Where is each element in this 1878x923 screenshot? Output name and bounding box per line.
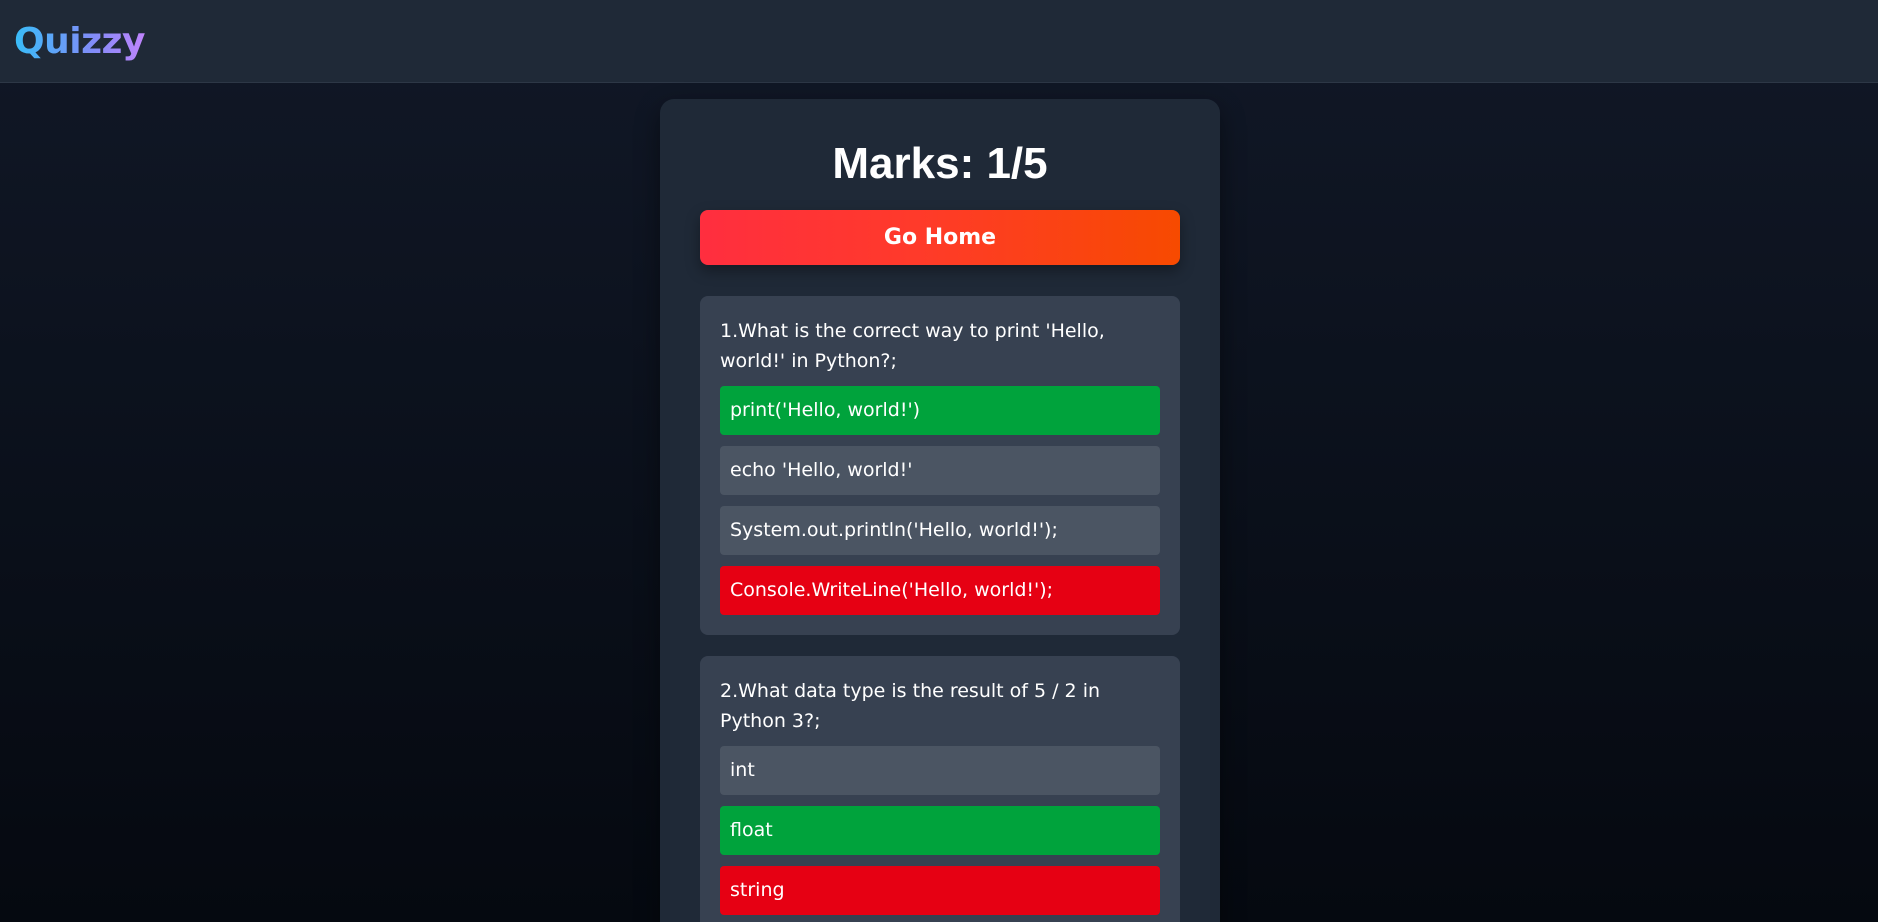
option-correct[interactable]: float bbox=[720, 806, 1160, 855]
option[interactable]: echo 'Hello, world!' bbox=[720, 446, 1160, 495]
option[interactable]: System.out.println('Hello, world!'); bbox=[720, 506, 1160, 555]
brand-logo[interactable]: Quizzy bbox=[14, 20, 145, 64]
question-text: 1.What is the correct way to print 'Hell… bbox=[720, 320, 1105, 372]
marks-heading: Marks: 1/5 bbox=[832, 139, 1048, 188]
option-wrong[interactable]: Console.WriteLine('Hello, world!'); bbox=[720, 566, 1160, 615]
option-wrong[interactable]: string bbox=[720, 866, 1160, 915]
option-correct[interactable]: print('Hello, world!') bbox=[720, 386, 1160, 435]
option[interactable]: int bbox=[720, 746, 1160, 795]
results-card: Marks: 1/5 Go Home 1.What is the correct… bbox=[660, 99, 1220, 922]
go-home-button[interactable]: Go Home bbox=[700, 210, 1180, 265]
app-root: Quizzy Marks: 1/5 Go Home 1.What is the … bbox=[0, 0, 1878, 922]
navbar: Quizzy bbox=[0, 0, 1878, 83]
question-card-2: 2.What data type is the result of 5 / 2 … bbox=[700, 656, 1180, 922]
question-card-1: 1.What is the correct way to print 'Hell… bbox=[700, 296, 1180, 635]
question-text: 2.What data type is the result of 5 / 2 … bbox=[720, 680, 1101, 732]
